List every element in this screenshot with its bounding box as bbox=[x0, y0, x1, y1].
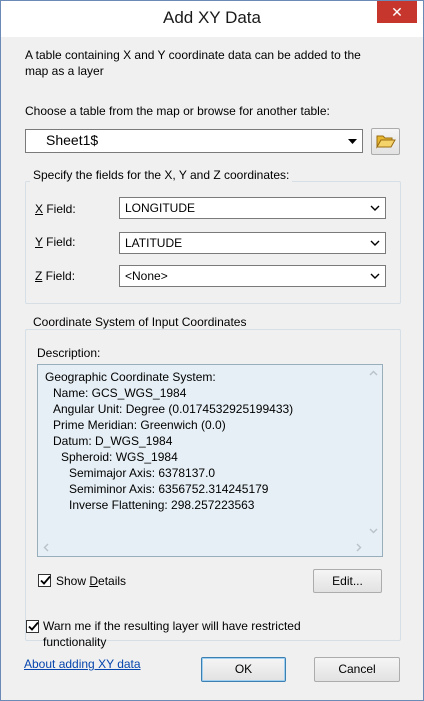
x-field-value: LONGITUDE bbox=[125, 201, 196, 215]
vertical-scrollbar[interactable] bbox=[365, 365, 382, 539]
chevron-down-icon bbox=[346, 130, 358, 152]
coordinate-group-title: Coordinate System of Input Coordinates bbox=[30, 315, 250, 329]
title-bar: Add XY Data ✕ bbox=[1, 1, 423, 37]
description-line: Semiminor Axis: 6356752.314245179 bbox=[69, 482, 269, 496]
ok-button[interactable]: OK bbox=[201, 657, 286, 682]
z-field-label: Z Field: bbox=[35, 269, 76, 283]
chevron-down-icon bbox=[369, 198, 381, 218]
intro-text-line2: map as a layer bbox=[25, 64, 104, 78]
fields-group-title: Specify the fields for the X, Y and Z co… bbox=[30, 168, 293, 182]
description-line: Angular Unit: Degree (0.0174532925199433… bbox=[53, 402, 294, 416]
x-field-select[interactable]: LONGITUDE bbox=[119, 197, 386, 219]
description-line: Prime Meridian: Greenwich (0.0) bbox=[53, 418, 226, 432]
z-field-select[interactable]: <None> bbox=[119, 265, 386, 287]
scroll-down-icon[interactable] bbox=[365, 522, 382, 539]
description-box[interactable]: Geographic Coordinate System: Name: GCS_… bbox=[37, 364, 383, 557]
z-field-value: <None> bbox=[125, 269, 168, 283]
y-field-label: Y Field: bbox=[35, 235, 76, 249]
description-line: Spheroid: WGS_1984 bbox=[61, 450, 178, 464]
table-select[interactable]: Sheet1$ bbox=[25, 129, 363, 153]
y-field-select[interactable]: LATITUDE bbox=[119, 232, 386, 254]
description-line: Inverse Flattening: 298.257223563 bbox=[69, 498, 255, 512]
warn-label-line1[interactable]: Warn me if the resulting layer will have… bbox=[43, 619, 301, 633]
scroll-right-icon[interactable] bbox=[350, 539, 367, 556]
scroll-up-icon[interactable] bbox=[365, 365, 382, 382]
dialog-title: Add XY Data bbox=[163, 8, 261, 27]
show-details-label[interactable]: Show Details bbox=[56, 574, 126, 588]
chevron-down-icon bbox=[369, 266, 381, 286]
dialog-body: A table containing X and Y coordinate da… bbox=[9, 37, 415, 694]
description-label: Description: bbox=[37, 346, 101, 360]
description-line: Geographic Coordinate System: bbox=[45, 370, 216, 384]
warn-label-line2[interactable]: functionality bbox=[43, 635, 106, 649]
checkmark-icon bbox=[40, 575, 51, 585]
description-line: Semimajor Axis: 6378137.0 bbox=[69, 466, 216, 480]
help-link[interactable]: About adding XY data bbox=[24, 657, 141, 671]
close-icon: ✕ bbox=[391, 4, 403, 20]
close-button[interactable]: ✕ bbox=[377, 1, 417, 23]
x-field-label: X Field: bbox=[35, 202, 76, 216]
intro-text-line1: A table containing X and Y coordinate da… bbox=[25, 48, 361, 62]
show-details-checkbox[interactable] bbox=[38, 574, 51, 587]
browse-button[interactable] bbox=[371, 128, 400, 155]
warn-checkbox[interactable] bbox=[26, 620, 39, 633]
description-line: Datum: D_WGS_1984 bbox=[53, 434, 173, 448]
description-line: Name: GCS_WGS_1984 bbox=[53, 386, 187, 400]
checkmark-icon bbox=[28, 621, 39, 631]
horizontal-scrollbar[interactable] bbox=[38, 539, 367, 556]
scroll-left-icon[interactable] bbox=[38, 539, 55, 556]
edit-button[interactable]: Edit... bbox=[313, 569, 382, 593]
table-select-value: Sheet1$ bbox=[46, 132, 99, 148]
dialog-window: Add XY Data ✕ A table containing X and Y… bbox=[0, 0, 424, 701]
chevron-down-icon bbox=[369, 233, 381, 253]
folder-open-icon bbox=[375, 135, 396, 149]
cancel-button[interactable]: Cancel bbox=[314, 657, 400, 682]
y-field-value: LATITUDE bbox=[125, 236, 183, 250]
table-label: Choose a table from the map or browse fo… bbox=[25, 104, 330, 118]
